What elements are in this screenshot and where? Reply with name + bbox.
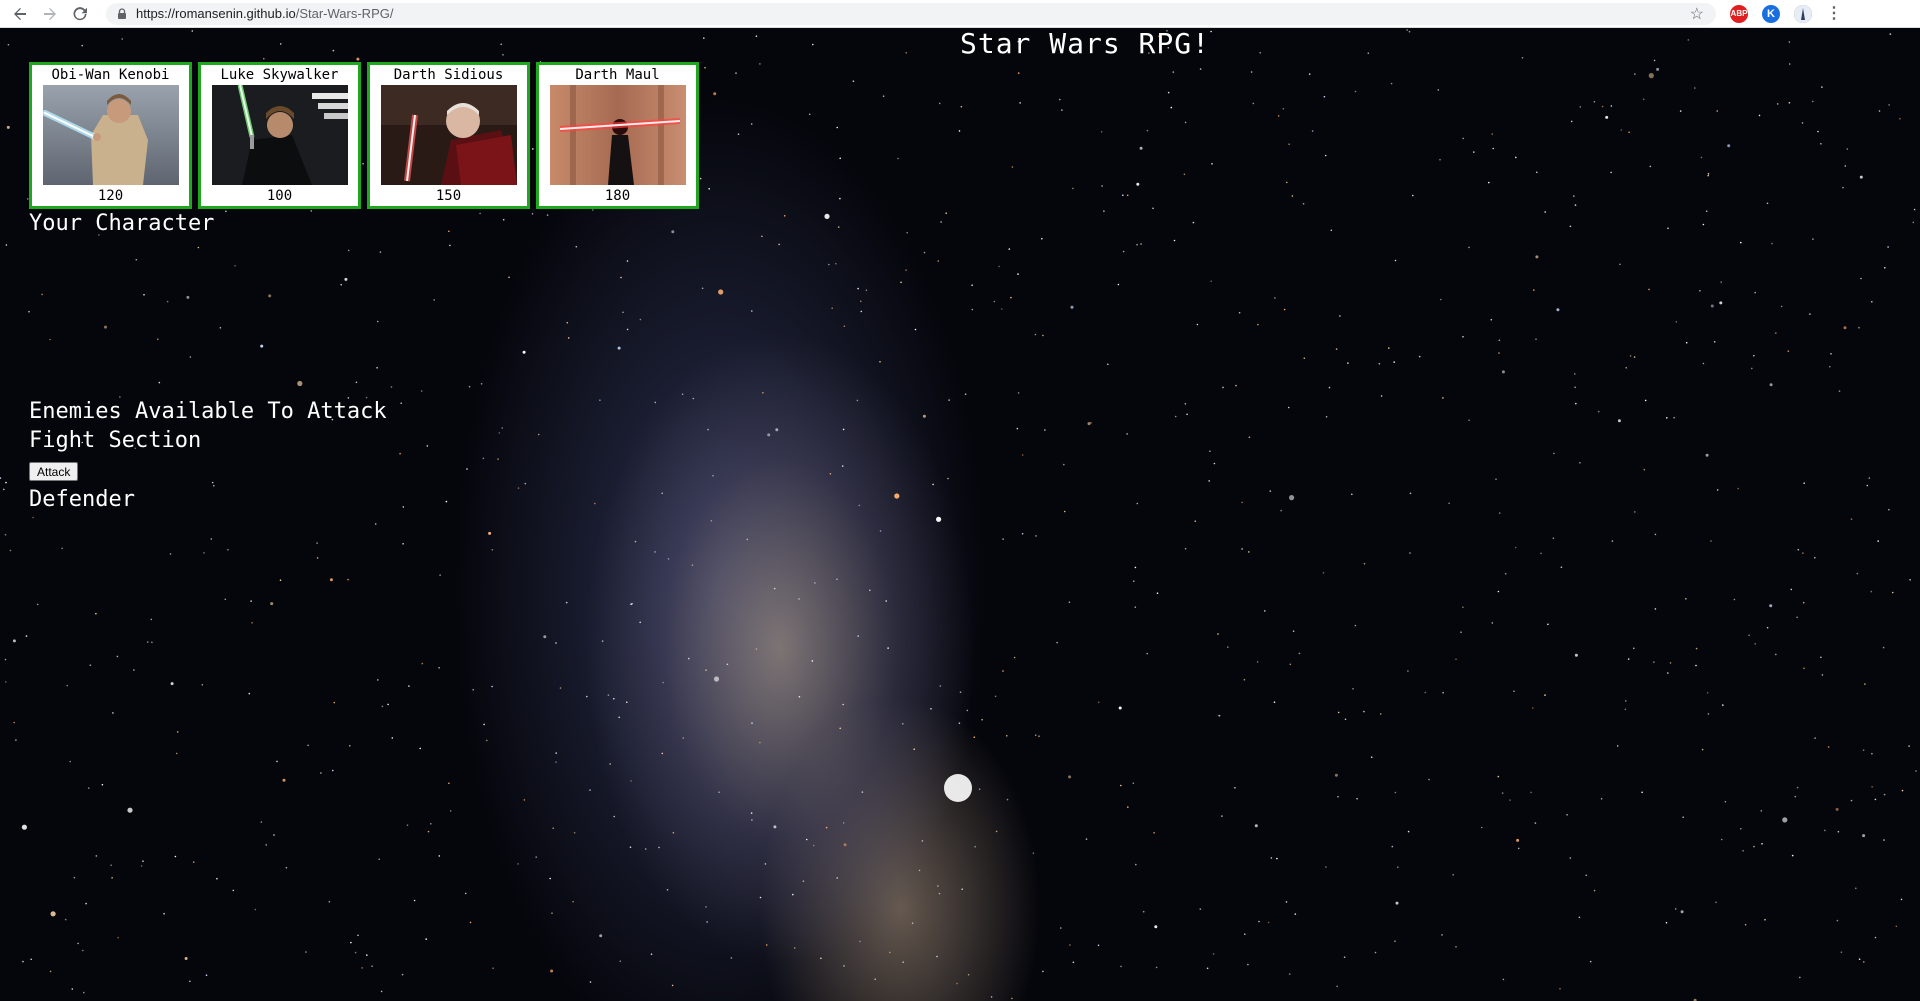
character-name: Luke Skywalker: [220, 67, 339, 83]
character-portrait: [380, 85, 517, 185]
character-portrait: [42, 85, 179, 185]
enemies-heading: Enemies Available To Attack: [29, 399, 387, 424]
lock-icon: [118, 7, 126, 19]
character-name: Darth Maul: [575, 67, 660, 83]
adblock-extension-icon[interactable]: ABP: [1730, 4, 1748, 23]
reload-icon[interactable]: [70, 4, 90, 24]
character-selection: Obi-Wan Kenobi 120 Luke Skywalker 100 Da…: [29, 62, 705, 209]
character-card-maul[interactable]: Darth Maul 180: [536, 62, 699, 209]
game-page: Star Wars RPG! Obi-Wan Kenobi 120 Luke S…: [0, 28, 1920, 1001]
character-hp: 100: [266, 188, 293, 204]
address-bar[interactable]: https://romansenin.github.io/Star-Wars-R…: [106, 2, 1716, 25]
browser-toolbar: https://romansenin.github.io/Star-Wars-R…: [0, 0, 1920, 28]
character-hp: 180: [604, 188, 631, 204]
profile-avatar-icon[interactable]: [1794, 4, 1812, 23]
browser-menu-icon[interactable]: ⋮: [1826, 5, 1842, 22]
character-name: Darth Sidious: [393, 67, 504, 83]
your-character-heading: Your Character: [29, 211, 215, 236]
forward-icon[interactable]: [40, 4, 60, 24]
attack-button[interactable]: Attack: [29, 462, 79, 481]
bookmark-star-icon[interactable]: ☆: [1690, 4, 1704, 24]
fight-section-heading: Fight Section: [29, 428, 202, 453]
defender-heading: Defender: [29, 487, 135, 512]
character-card-sidious[interactable]: Darth Sidious 150: [367, 62, 530, 209]
k-extension-icon[interactable]: K: [1762, 4, 1780, 23]
character-card-obi-wan[interactable]: Obi-Wan Kenobi 120: [29, 62, 192, 209]
character-portrait: [211, 85, 348, 185]
character-portrait: [549, 85, 686, 185]
page-title: Star Wars RPG!: [959, 28, 1210, 60]
character-name: Obi-Wan Kenobi: [51, 67, 170, 83]
url-path: /Star-Wars-RPG/: [295, 6, 394, 21]
back-icon[interactable]: [10, 4, 30, 24]
character-hp: 150: [435, 188, 462, 204]
character-card-luke[interactable]: Luke Skywalker 100: [198, 62, 361, 209]
character-hp: 120: [97, 188, 124, 204]
url-host: https://romansenin.github.io: [136, 6, 296, 21]
